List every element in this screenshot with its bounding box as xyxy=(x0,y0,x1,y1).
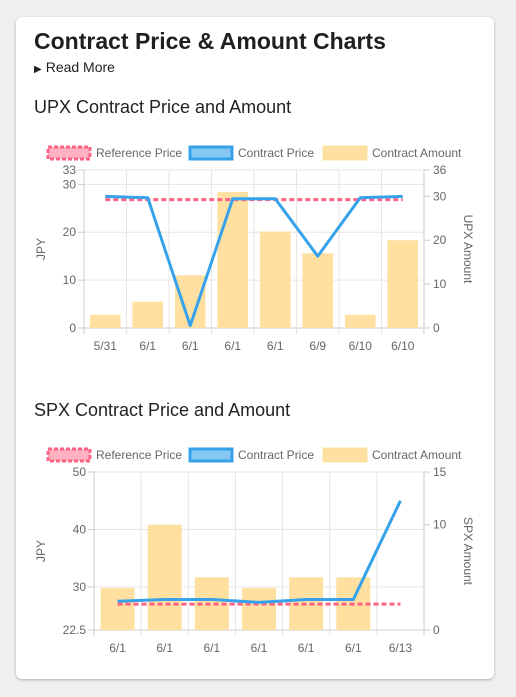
upx-amount-bar xyxy=(344,314,376,328)
upx-y-axis-label-right: UPX Amount xyxy=(461,215,475,284)
triangle-right-icon: ▶ xyxy=(34,64,42,75)
upx-amount-bar xyxy=(259,231,291,328)
upx-legend-contract-price-swatch xyxy=(188,145,234,161)
spx-legend-reference-price-swatch xyxy=(46,447,92,463)
upx-tick-label-right: 30 xyxy=(433,189,447,203)
read-more-toggle[interactable]: ▶ Read More xyxy=(34,59,115,75)
upx-x-tick-label: 6/1 xyxy=(224,339,241,353)
upx-tick-label-right: 10 xyxy=(433,277,447,291)
spx-tick-label-left: 50 xyxy=(73,465,87,479)
spx-tick-label-right: 15 xyxy=(433,465,447,479)
upx-x-tick-label: 6/1 xyxy=(182,339,199,353)
spx-amount-bar xyxy=(147,524,182,630)
spx-amount-bar xyxy=(100,587,135,630)
upx-tick-label-left: 20 xyxy=(63,225,77,239)
upx-legend-reference-price: Reference Price xyxy=(96,146,182,160)
upx-tick-label-left: 10 xyxy=(63,273,77,287)
spx-tick-label-right: 0 xyxy=(433,623,440,637)
spx-x-tick-label: 6/1 xyxy=(109,641,126,655)
upx-y-axis-label-left: JPY xyxy=(34,238,48,260)
spx-x-tick-label: 6/1 xyxy=(298,641,315,655)
upx-amount-bar xyxy=(387,240,419,328)
upx-legend-contract-price: Contract Price xyxy=(238,146,314,160)
spx-legend-contract-amount: Contract Amount xyxy=(372,448,462,462)
upx-tick-label-right: 36 xyxy=(433,163,447,177)
spx-x-tick-label: 6/1 xyxy=(156,641,173,655)
page-title: Contract Price & Amount Charts xyxy=(34,28,386,54)
upx-amount-bar xyxy=(132,301,164,328)
upx-amount-bar xyxy=(217,191,249,328)
upx-amount-bar xyxy=(89,314,121,328)
upx-x-tick-label: 6/1 xyxy=(267,339,284,353)
upx-tick-label-left: 33 xyxy=(63,163,77,177)
upx-legend-contract-amount: Contract Amount xyxy=(372,146,462,160)
upx-x-tick-label: 6/10 xyxy=(391,339,415,353)
spx-legend-reference-price: Reference Price xyxy=(96,448,182,462)
upx-tick-label-left: 30 xyxy=(63,177,77,191)
read-more-label: Read More xyxy=(45,59,115,75)
spx-tick-label-right: 10 xyxy=(433,518,447,532)
upx-x-tick-label: 5/31 xyxy=(94,339,118,353)
upx-x-tick-label: 6/1 xyxy=(139,339,156,353)
spx-legend-contract-price-swatch xyxy=(188,447,234,463)
upx-chart-title: UPX Contract Price and Amount xyxy=(34,97,292,117)
spx-x-tick-label: 6/13 xyxy=(389,641,413,655)
upx-tick-label-left: 0 xyxy=(69,321,76,335)
spx-legend-contract-amount-swatch xyxy=(322,447,368,463)
upx-tick-label-right: 0 xyxy=(433,321,440,335)
spx-x-tick-label: 6/1 xyxy=(345,641,362,655)
upx-amount-bar xyxy=(302,253,334,328)
spx-amount-bar xyxy=(242,587,276,630)
spx-chart: Reference Price Contract Price Contract Am… xyxy=(34,447,475,655)
upx-tick-label-right: 20 xyxy=(433,233,447,247)
spx-tick-label-left: 22.5 xyxy=(63,623,87,637)
upx-legend-reference-price-swatch xyxy=(46,145,92,161)
spx-tick-label-left: 40 xyxy=(73,522,87,536)
spx-legend-contract-price: Contract Price xyxy=(238,448,314,462)
spx-y-axis-label-left: JPY xyxy=(34,540,48,562)
upx-legend-contract-amount-swatch xyxy=(322,145,368,161)
upx-x-tick-label: 6/9 xyxy=(309,339,326,353)
spx-x-tick-label: 6/1 xyxy=(204,641,221,655)
spx-x-tick-label: 6/1 xyxy=(251,641,268,655)
spx-tick-label-left: 30 xyxy=(73,580,87,594)
spx-y-axis-label-right: SPX Amount xyxy=(461,517,475,586)
upx-amount-bar xyxy=(174,275,206,328)
upx-x-tick-label: 6/10 xyxy=(349,339,373,353)
